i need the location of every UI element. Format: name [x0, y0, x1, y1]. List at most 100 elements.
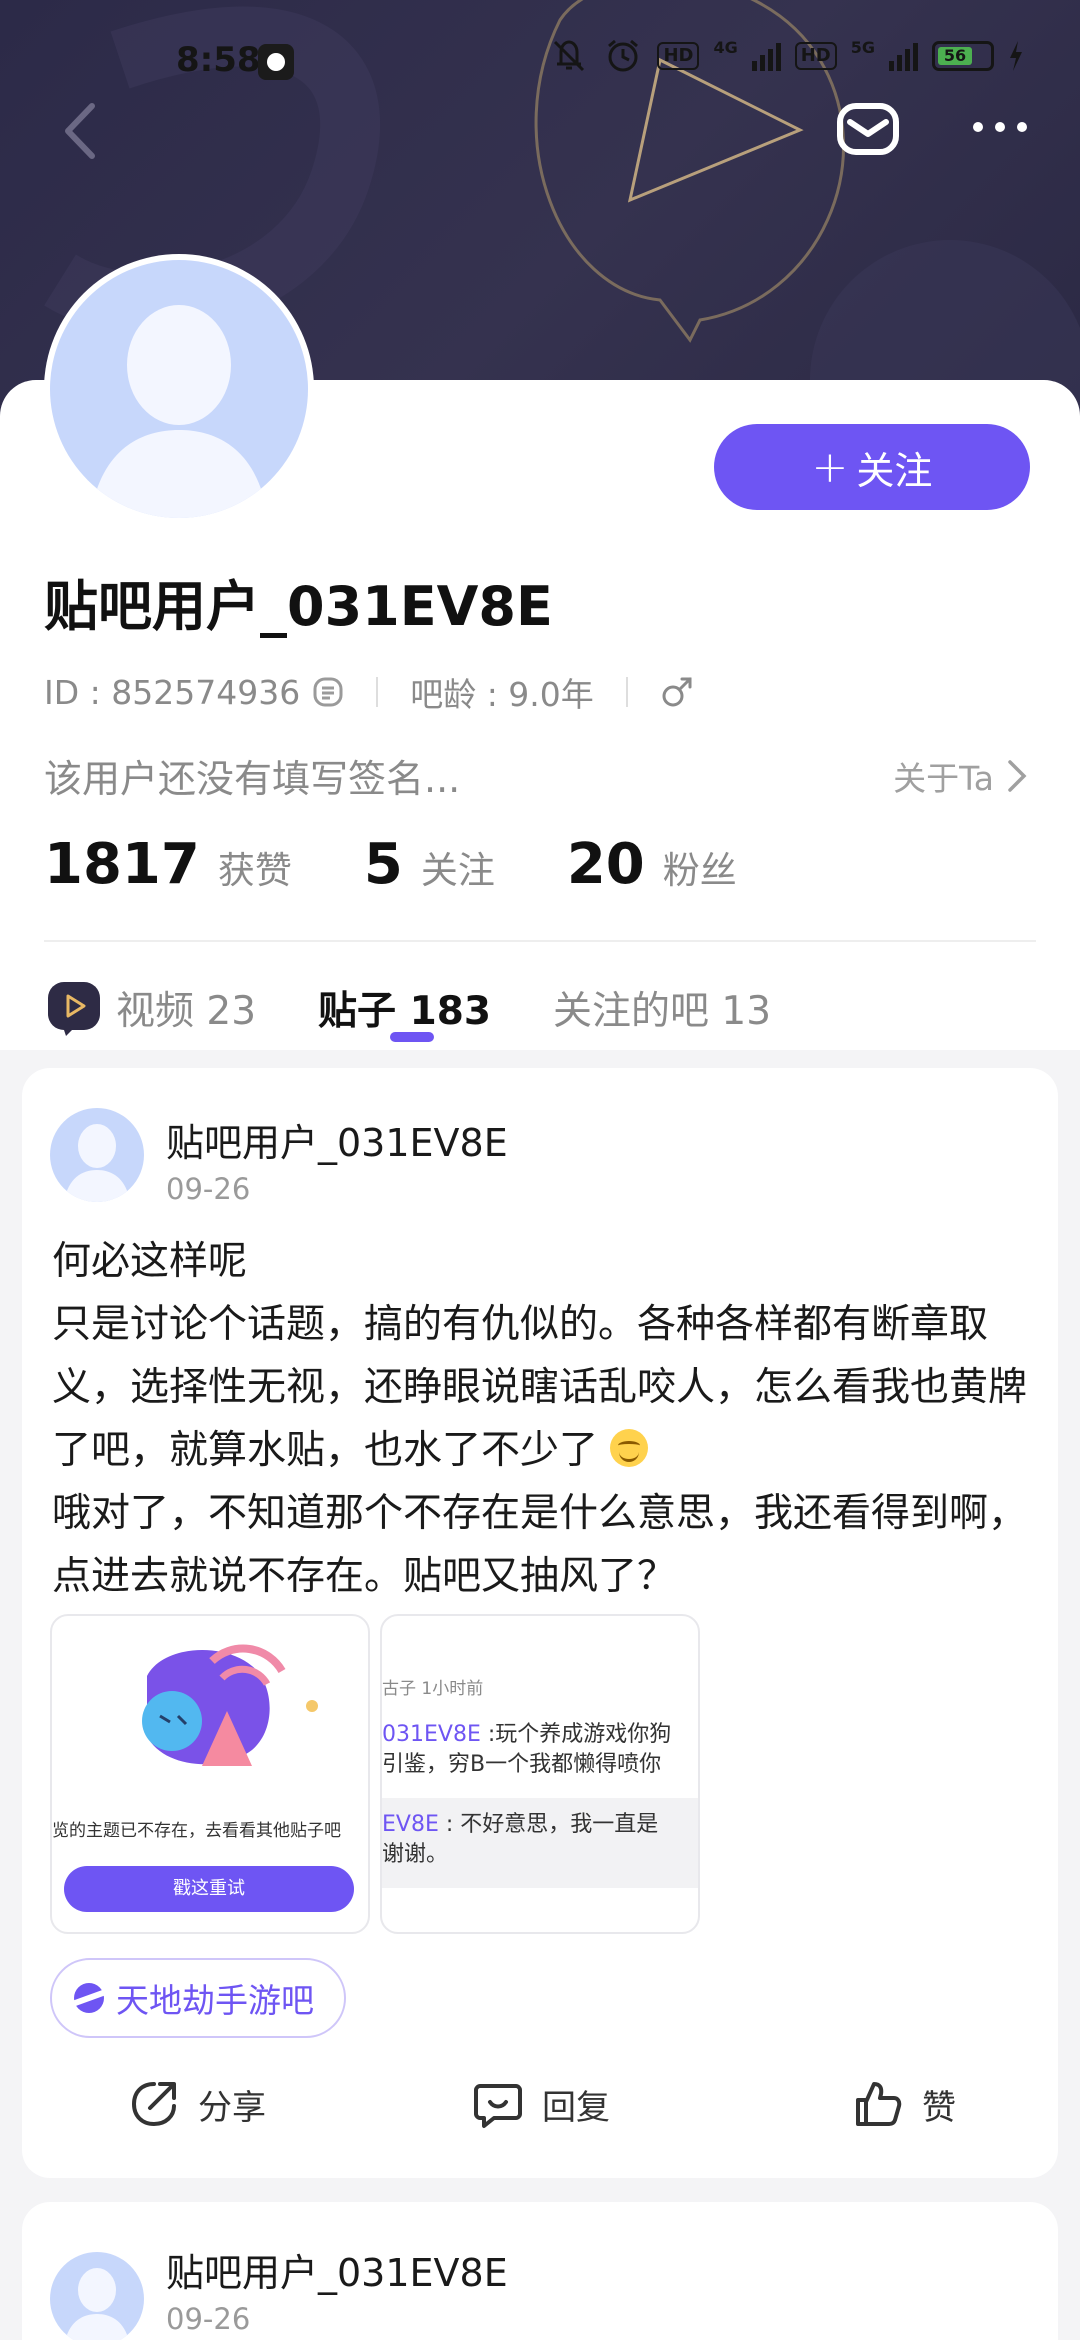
- avatar-placeholder-icon: [90, 305, 268, 518]
- error-illustration-icon: [142, 1644, 318, 1766]
- planet-icon: [74, 1983, 104, 2013]
- battery-level: 56: [938, 47, 972, 65]
- post-actions: 分享 回复 赞: [22, 2078, 1058, 2148]
- reply-label: 回复: [542, 2087, 610, 2128]
- avatar-placeholder-icon: [64, 1124, 130, 1202]
- comment-icon: [474, 2084, 522, 2128]
- status-icons: HD 4G HD 5G 56: [549, 38, 1024, 74]
- profile-avatar[interactable]: [44, 254, 314, 524]
- bar-age: 吧龄 : 9.0年: [410, 675, 594, 714]
- post-title: 何必这样呢: [52, 1239, 248, 1284]
- tab-posts[interactable]: 贴子 183: [318, 980, 491, 1036]
- follow-label: 关注: [856, 448, 933, 493]
- hd-badge-1: HD: [657, 42, 700, 70]
- post-author-name[interactable]: 贴吧用户_031EV8E: [166, 1112, 508, 1167]
- post-content[interactable]: 何必这样呢 只是讨论个话题，搞的有仇似的。各种各样都有断章取义，选择性无视，还睁…: [52, 1230, 1042, 1608]
- charging-icon: [1010, 41, 1022, 71]
- image-1-caption: 览的主题已不存在，去看看其他贴子吧: [52, 1821, 341, 1841]
- like-label: 赞: [922, 2087, 956, 2128]
- copy-icon[interactable]: [312, 676, 344, 708]
- image-2-username: 031EV8E: [382, 1722, 481, 1747]
- post-body-1: 只是讨论个话题，搞的有仇似的。各种各样都有断章取义，选择性无视，还睁眼说瞎话乱咬…: [52, 1293, 1042, 1482]
- post-author-avatar[interactable]: [50, 2252, 144, 2340]
- tab-label: 关注的吧 13: [553, 989, 772, 1034]
- post-card[interactable]: 贴吧用户_031EV8E 09-26: [22, 2202, 1058, 2340]
- image-2-comment-2: EV8E : 不好意思，我一直是 谢谢。: [382, 1810, 658, 1870]
- alarm-icon: [608, 39, 639, 72]
- mute-icon: [554, 40, 585, 72]
- post-card[interactable]: 贴吧用户_031EV8E 09-26 何必这样呢 只是讨论个话题，搞的有仇似的。…: [22, 1068, 1058, 2178]
- profile-page: 8:58 HD 4G HD 5G 56 + 关注 贴吧用户_031EV8E ID…: [0, 0, 1080, 2340]
- post-image-1[interactable]: 览的主题已不存在，去看看其他贴子吧 戳这重试: [50, 1614, 370, 1934]
- network-4g-label: 4G: [713, 38, 738, 57]
- post-author-avatar[interactable]: [50, 1108, 144, 1202]
- avatar-placeholder-icon: [65, 2268, 129, 2340]
- section-divider: [44, 940, 1036, 942]
- stat-number: 1817: [44, 832, 200, 897]
- post-body-2: 哦对了，不知道那个不存在是什么意思，我还看得到啊，点进去就说不存在。贴吧又抽风了…: [52, 1491, 1028, 1599]
- image-1-retry-button: 戳这重试: [64, 1866, 354, 1912]
- post-author-name[interactable]: 贴吧用户_031EV8E: [166, 2242, 508, 2297]
- tab-label: 贴子 183: [318, 989, 492, 1034]
- mail-button[interactable]: [836, 100, 900, 158]
- stat-label: 关注: [420, 849, 495, 892]
- network-5g-label: 5G: [850, 38, 875, 57]
- stat-number: 20: [566, 832, 645, 897]
- stat-following[interactable]: 5 关注: [364, 832, 495, 897]
- share-button[interactable]: 分享: [128, 2078, 266, 2130]
- signal-icon-1: [751, 41, 781, 71]
- share-icon: [131, 2082, 176, 2127]
- post-images: 览的主题已不存在，去看看其他贴子吧 戳这重试 古子 1小时前 031EV8E :…: [50, 1614, 700, 1934]
- chevron-right-icon: [1008, 760, 1027, 792]
- status-time: 8:58: [176, 40, 261, 80]
- tab-label: 视频 23: [116, 989, 257, 1034]
- image-2-meta: 古子 1小时前: [382, 1679, 484, 1699]
- meta-divider: [376, 677, 379, 707]
- video-icon: [48, 982, 100, 1036]
- back-button[interactable]: [56, 96, 106, 166]
- about-label: 关于Ta: [893, 759, 994, 798]
- share-label: 分享: [198, 2087, 266, 2128]
- about-link[interactable]: 关于Ta: [893, 752, 1028, 800]
- smile-emoji-icon: [610, 1429, 649, 1467]
- like-button[interactable]: 赞: [852, 2078, 956, 2130]
- post-date: 09-26: [166, 1172, 251, 1206]
- image-2-username: EV8E: [382, 1812, 439, 1837]
- image-2-text: : 不好意思，我一直是: [438, 1812, 659, 1837]
- plus-icon: +: [811, 441, 849, 493]
- post-date: 09-26: [166, 2302, 251, 2336]
- image-2-comment-1: 031EV8E :玩个养成游戏你狗 引鉴，穷B一个我都懒得喷你: [382, 1720, 671, 1780]
- image-2-text: 引鉴，穷B一个我都懒得喷你: [382, 1752, 662, 1777]
- profile-stats: 1817 获赞 5 关注 20 粉丝: [44, 832, 809, 897]
- image-2-text: 谢谢。: [382, 1842, 449, 1867]
- notification-app-icon: [258, 44, 294, 80]
- status-bar: 8:58 HD 4G HD 5G 56: [0, 0, 1080, 120]
- post-image-2[interactable]: 古子 1小时前 031EV8E :玩个养成游戏你狗 引鉴，穷B一个我都懒得喷你 …: [380, 1614, 700, 1934]
- meta-divider: [625, 677, 628, 707]
- tab-followed-bars[interactable]: 关注的吧 13: [553, 980, 771, 1036]
- profile-meta: ID : 852574936 吧龄 : 9.0年: [44, 668, 694, 716]
- more-button[interactable]: [970, 112, 1030, 142]
- profile-username: 贴吧用户_031EV8E: [44, 575, 553, 638]
- active-tab-indicator: [390, 1032, 434, 1042]
- hd-badge-2: HD: [794, 42, 837, 70]
- forum-name: 天地劫手游吧: [116, 1981, 314, 2020]
- reply-button[interactable]: 回复: [472, 2078, 610, 2130]
- stat-label: 获赞: [217, 849, 292, 892]
- male-gender-icon: [662, 677, 692, 707]
- stat-likes[interactable]: 1817 获赞: [44, 832, 292, 897]
- signal-icon-2: [889, 41, 918, 71]
- post-body-text-1: 只是讨论个话题，搞的有仇似的。各种各样都有断章取义，选择性无视，还睁眼说瞎话乱咬…: [52, 1302, 1028, 1473]
- follow-button[interactable]: + 关注: [714, 424, 1030, 510]
- stat-label: 粉丝: [662, 849, 737, 892]
- stat-fans[interactable]: 20 粉丝: [567, 832, 737, 897]
- stat-number: 5: [363, 832, 403, 897]
- user-id: ID : 852574936: [44, 672, 301, 712]
- battery-icon: 56: [932, 41, 994, 71]
- profile-signature: 该用户还没有填写签名...: [44, 757, 461, 801]
- image-2-text: :玩个养成游戏你狗: [480, 1722, 672, 1747]
- thumbs-up-icon: [856, 2082, 902, 2126]
- forum-tag[interactable]: 天地劫手游吧: [50, 1958, 346, 2038]
- content-tabs: 视频 23 贴子 183 关注的吧 13: [44, 958, 833, 1058]
- tab-videos[interactable]: 视频 23: [44, 978, 256, 1038]
